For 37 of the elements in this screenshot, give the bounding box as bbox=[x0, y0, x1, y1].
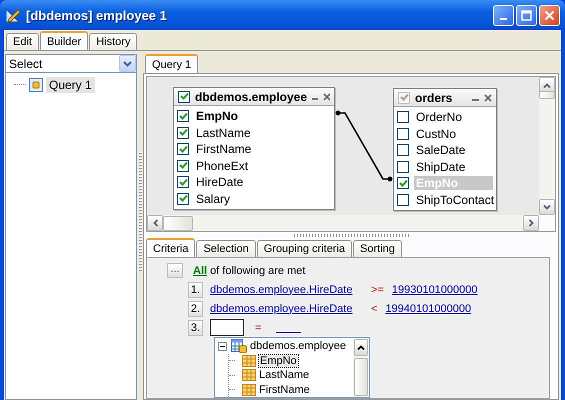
value-link[interactable]: 19940101000000 bbox=[385, 302, 472, 314]
tab[interactable]: Selection bbox=[196, 240, 256, 257]
tab[interactable]: Criteria bbox=[146, 238, 196, 257]
tab[interactable]: Edit bbox=[6, 33, 39, 50]
object-select[interactable]: Select bbox=[5, 54, 137, 73]
table-name: orders bbox=[415, 90, 454, 104]
condition-number-button[interactable]: 3. bbox=[188, 320, 203, 336]
field-link[interactable]: dbdemos.employee.HireDate bbox=[210, 284, 371, 296]
window-title: [dbdemos] employee 1 bbox=[26, 8, 168, 22]
tree-item[interactable]: LastName bbox=[258, 369, 310, 382]
field-name[interactable]: LastName bbox=[194, 126, 331, 140]
menu-button[interactable]: ... bbox=[167, 263, 183, 278]
operator-link[interactable]: < bbox=[371, 302, 386, 314]
field-name[interactable]: PhoneExt bbox=[194, 158, 331, 173]
tree-item[interactable]: dbdemos.employee bbox=[249, 340, 348, 352]
quantifier-link[interactable]: All bbox=[193, 264, 208, 276]
field-name[interactable]: EmpNo bbox=[194, 109, 331, 124]
condition-number-button[interactable]: 2. bbox=[188, 300, 203, 316]
field-name[interactable]: HireDate bbox=[194, 175, 331, 190]
tree-item[interactable]: FirstName bbox=[258, 384, 311, 396]
tree-item[interactable]: Query 1 bbox=[46, 76, 95, 92]
value-link[interactable]: 19930101000000 bbox=[392, 284, 478, 296]
operator-link[interactable]: = bbox=[255, 322, 270, 334]
field-link[interactable]: dbdemos.employee.HireDate bbox=[210, 302, 371, 314]
tree-item[interactable]: EmpNo bbox=[258, 354, 299, 368]
condition-number-button[interactable]: 1. bbox=[188, 282, 203, 298]
tab[interactable]: History bbox=[89, 33, 138, 50]
tab[interactable]: Grouping criteria bbox=[256, 240, 352, 257]
tab[interactable]: Builder bbox=[40, 31, 88, 50]
field-name[interactable]: FirstName bbox=[194, 142, 331, 156]
tab[interactable]: Query 1 bbox=[145, 54, 198, 73]
table-name: dbdemos.employee bbox=[195, 90, 308, 104]
table-card[interactable]: dbdemos.employee EmpNo LastName FirstName PhoneExt HireDate Salary bbox=[173, 87, 335, 210]
tab[interactable]: Sorting bbox=[353, 240, 402, 257]
field-name[interactable]: Salary bbox=[194, 192, 331, 206]
criteria-heading: of following are met bbox=[210, 264, 306, 276]
operator-link[interactable]: >= bbox=[371, 284, 392, 296]
